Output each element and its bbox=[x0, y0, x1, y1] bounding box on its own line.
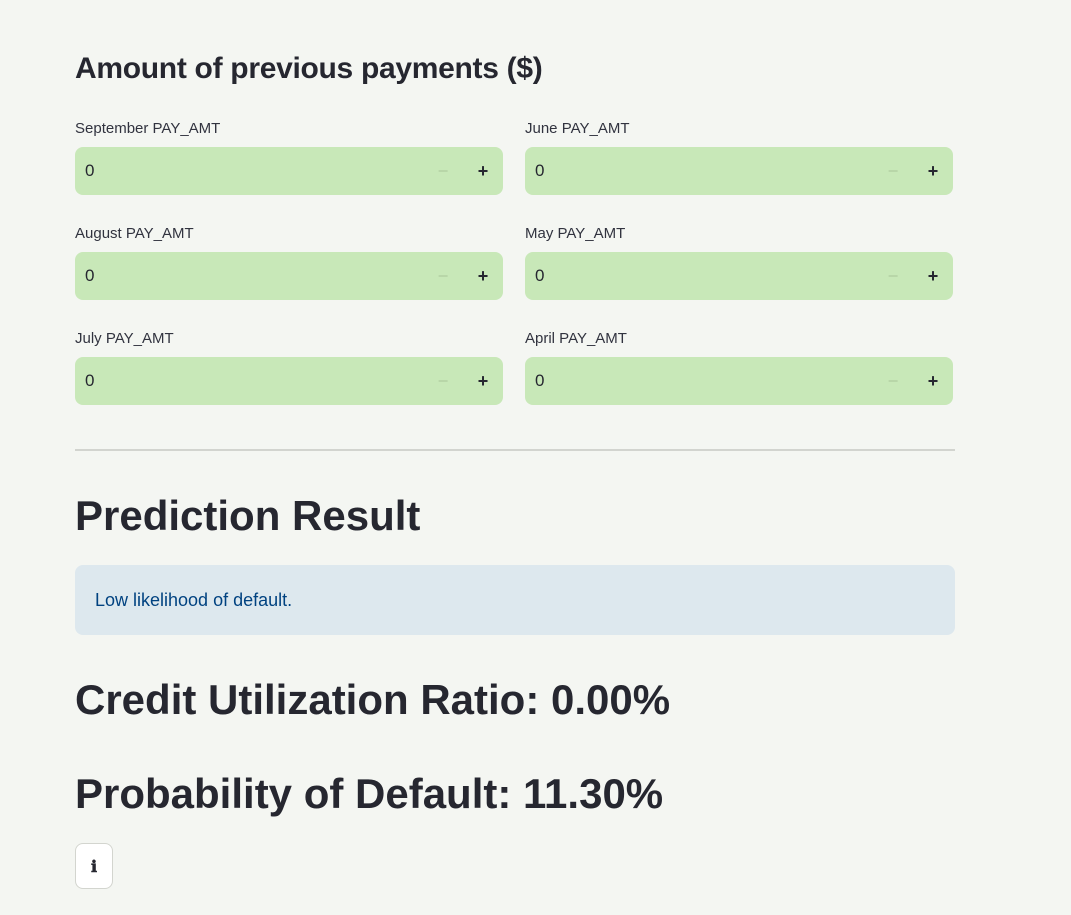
field-august-pay-amt: August PAY_AMT 0 − + bbox=[75, 225, 504, 300]
number-input-value[interactable]: 0 bbox=[525, 371, 873, 391]
field-september-pay-amt: September PAY_AMT 0 − + bbox=[75, 120, 504, 195]
number-input-value[interactable]: 0 bbox=[75, 161, 423, 181]
probability-default-heading: Probability of Default: 11.30% bbox=[75, 770, 664, 817]
field-label: July PAY_AMT bbox=[75, 330, 174, 347]
number-input-value[interactable]: 0 bbox=[525, 266, 873, 286]
info-icon: ℹ bbox=[90, 856, 98, 876]
field-label: May PAY_AMT bbox=[525, 225, 626, 242]
increment-button[interactable]: + bbox=[463, 252, 503, 300]
number-input-value[interactable]: 0 bbox=[75, 266, 423, 286]
decrement-button[interactable]: − bbox=[873, 357, 913, 405]
number-input-value[interactable]: 0 bbox=[75, 371, 423, 391]
field-label: April PAY_AMT bbox=[525, 330, 627, 347]
field-label: August PAY_AMT bbox=[75, 225, 194, 242]
info-button[interactable]: ℹ bbox=[75, 843, 113, 889]
field-april-pay-amt: April PAY_AMT 0 − + bbox=[525, 330, 954, 405]
number-input[interactable]: 0 − + bbox=[525, 252, 953, 300]
increment-button[interactable]: + bbox=[463, 357, 503, 405]
increment-button[interactable]: + bbox=[913, 252, 953, 300]
prediction-result-heading: Prediction Result bbox=[75, 492, 421, 539]
field-label: June PAY_AMT bbox=[525, 120, 630, 137]
increment-button[interactable]: + bbox=[913, 357, 953, 405]
field-may-pay-amt: May PAY_AMT 0 − + bbox=[525, 225, 954, 300]
payments-section-heading: Amount of previous payments ($) bbox=[75, 52, 543, 85]
increment-button[interactable]: + bbox=[463, 147, 503, 195]
field-label: September PAY_AMT bbox=[75, 120, 221, 137]
number-input[interactable]: 0 − + bbox=[525, 147, 953, 195]
field-july-pay-amt: July PAY_AMT 0 − + bbox=[75, 330, 504, 405]
info-alert-message: Low likelihood of default. bbox=[95, 589, 293, 610]
divider bbox=[75, 449, 955, 451]
info-alert: Low likelihood of default. bbox=[75, 565, 955, 635]
number-input[interactable]: 0 − + bbox=[75, 252, 503, 300]
number-input-value[interactable]: 0 bbox=[525, 161, 873, 181]
decrement-button[interactable]: − bbox=[423, 357, 463, 405]
decrement-button[interactable]: − bbox=[423, 147, 463, 195]
number-input[interactable]: 0 − + bbox=[75, 147, 503, 195]
field-june-pay-amt: June PAY_AMT 0 − + bbox=[525, 120, 954, 195]
number-input[interactable]: 0 − + bbox=[525, 357, 953, 405]
number-input[interactable]: 0 − + bbox=[75, 357, 503, 405]
credit-utilization-heading: Credit Utilization Ratio: 0.00% bbox=[75, 676, 671, 723]
increment-button[interactable]: + bbox=[913, 147, 953, 195]
decrement-button[interactable]: − bbox=[873, 252, 913, 300]
decrement-button[interactable]: − bbox=[423, 252, 463, 300]
decrement-button[interactable]: − bbox=[873, 147, 913, 195]
